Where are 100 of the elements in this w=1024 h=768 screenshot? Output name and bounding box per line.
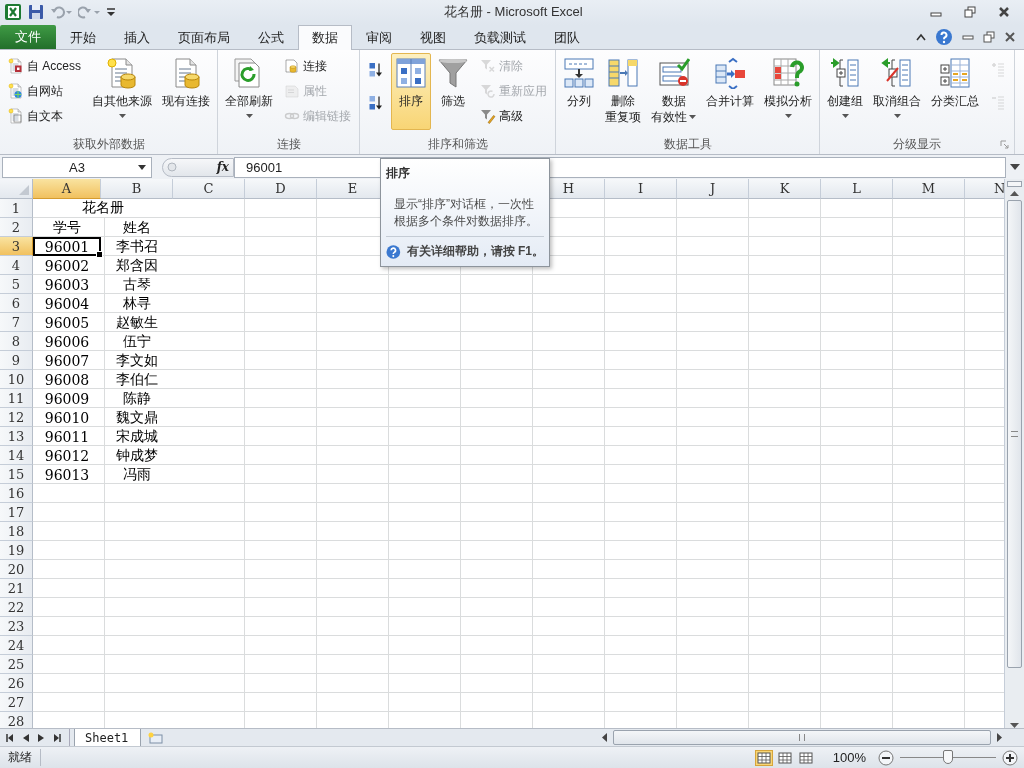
ribbon-button[interactable]: 自其他来源 (88, 53, 156, 131)
first-sheet-icon[interactable] (6, 733, 14, 742)
row-header[interactable]: 9 (0, 351, 33, 371)
ribbon-button[interactable]: 分类汇总 (927, 53, 983, 131)
spreadsheet-logo-icon[interactable] (4, 3, 22, 22)
ribbon-button[interactable]: 高级 (477, 105, 550, 128)
column-header[interactable]: K (749, 179, 821, 200)
next-sheet-icon[interactable] (38, 733, 44, 742)
customize-toolbar-icon[interactable] (106, 6, 116, 19)
restore-icon[interactable] (964, 6, 976, 19)
row-header[interactable]: 28 (0, 712, 33, 729)
ribbon-button[interactable]: 现有连接 (158, 53, 214, 131)
column-header[interactable]: M (893, 179, 965, 200)
help-icon[interactable] (935, 28, 953, 47)
row-header[interactable]: 7 (0, 313, 33, 333)
ribbon-tab[interactable]: 公式 (244, 25, 298, 50)
ribbon-button[interactable]: 删除 重复项 (601, 53, 645, 131)
name-box[interactable]: A3 (2, 157, 152, 178)
ribbon-button[interactable]: 分列 (559, 53, 599, 131)
file-tab[interactable]: 文件 (0, 25, 56, 50)
scrollbar-thumb[interactable] (1007, 200, 1022, 669)
row-header[interactable]: 19 (0, 541, 33, 561)
ribbon-button[interactable]: 自网站 (5, 80, 84, 103)
expand-icon[interactable] (1010, 164, 1020, 171)
row-header[interactable]: 24 (0, 636, 33, 656)
zoom-slider-thumb[interactable] (943, 750, 953, 765)
row-header[interactable]: 1 (0, 199, 33, 219)
scroll-left-icon[interactable] (602, 733, 607, 743)
column-header[interactable]: C (173, 179, 245, 200)
row-header[interactable]: 27 (0, 693, 33, 713)
close-icon[interactable] (1004, 31, 1016, 44)
scrollbar-thumb[interactable] (613, 730, 991, 746)
row-header[interactable]: 6 (0, 294, 33, 314)
zoom-out-icon[interactable] (878, 749, 894, 766)
column-header[interactable]: J (677, 179, 749, 200)
ribbon-tab[interactable]: 审阅 (352, 25, 406, 50)
page-break-view-icon[interactable] (796, 749, 815, 766)
ribbon-button[interactable]: 合并计算 (702, 53, 758, 131)
ribbon-button[interactable]: 数据 有效性 (647, 53, 700, 131)
row-header[interactable]: 18 (0, 522, 33, 542)
collapse-ribbon-icon[interactable] (916, 33, 926, 42)
row-header[interactable]: 2 (0, 218, 33, 238)
ribbon-button[interactable]: 自文本 (5, 105, 84, 128)
row-header[interactable]: 23 (0, 617, 33, 637)
last-sheet-icon[interactable] (53, 733, 61, 742)
ribbon-button[interactable]: 自 Access (5, 55, 84, 78)
sheet-tab[interactable]: Sheet1 (74, 729, 142, 747)
ribbon-button[interactable]: 创建组 (823, 53, 867, 131)
show-detail-icon (990, 62, 1006, 79)
normal-view-icon[interactable] (754, 749, 773, 766)
ribbon-tab[interactable]: 开始 (56, 25, 110, 50)
row-header[interactable]: 20 (0, 560, 33, 580)
ribbon-button[interactable]: 连接 (281, 55, 354, 78)
scroll-up-icon[interactable] (1010, 191, 1019, 197)
ribbon-tab[interactable]: 插入 (110, 25, 164, 50)
row-header[interactable]: 22 (0, 598, 33, 618)
ribbon-tab[interactable]: 页面布局 (164, 25, 244, 50)
insert-function-button[interactable]: fx (216, 160, 229, 175)
handle-icon[interactable] (167, 162, 177, 173)
row-header[interactable]: 26 (0, 674, 33, 694)
row-header[interactable]: 5 (0, 275, 33, 295)
row-header[interactable]: 3 (0, 237, 33, 257)
zoom-in-icon[interactable] (1002, 749, 1018, 766)
ribbon-tab[interactable]: 数据 (298, 25, 352, 51)
ribbon-button[interactable]: 全部刷新 (221, 53, 277, 131)
column-header[interactable]: A (33, 179, 101, 200)
ribbon-button[interactable]: 取消组合 (869, 53, 925, 131)
row-header[interactable]: 16 (0, 484, 33, 504)
row-header[interactable]: 13 (0, 427, 33, 447)
ribbon-button[interactable]: 排序 (391, 53, 431, 131)
ribbon-button[interactable]: 模拟分析 (760, 53, 816, 131)
column-header[interactable]: L (821, 179, 893, 200)
row-header[interactable]: 25 (0, 655, 33, 675)
ribbon-tab[interactable]: 视图 (406, 25, 460, 50)
column-header[interactable]: I (605, 179, 677, 200)
row-header[interactable]: 21 (0, 579, 33, 599)
row-header[interactable]: 11 (0, 389, 33, 409)
page-layout-view-icon[interactable] (775, 749, 794, 766)
caret-icon (784, 114, 792, 119)
row-header[interactable]: 4 (0, 256, 33, 276)
row-header[interactable]: 15 (0, 465, 33, 485)
zoom-level[interactable]: 100% (820, 750, 872, 766)
advanced-filter-icon (480, 108, 496, 125)
close-icon[interactable] (998, 6, 1010, 19)
ribbon-tab[interactable]: 团队 (540, 25, 594, 50)
column-header[interactable]: B (101, 179, 173, 200)
column-header[interactable]: N (965, 179, 1004, 200)
previous-sheet-icon[interactable] (23, 733, 29, 742)
column-header[interactable]: D (245, 179, 317, 200)
save-icon[interactable] (28, 4, 44, 21)
row-header[interactable]: 12 (0, 408, 33, 428)
dialog-launcher-icon[interactable] (1000, 139, 1009, 149)
scroll-right-icon[interactable] (997, 733, 1002, 743)
restore-icon[interactable] (983, 31, 995, 44)
row-header[interactable]: 10 (0, 370, 33, 390)
ribbon-tab[interactable]: 负载测试 (460, 25, 540, 50)
row-header[interactable]: 14 (0, 446, 33, 466)
row-header[interactable]: 8 (0, 332, 33, 352)
row-header[interactable]: 17 (0, 503, 33, 523)
ribbon-button[interactable]: 筛选 (433, 53, 473, 131)
